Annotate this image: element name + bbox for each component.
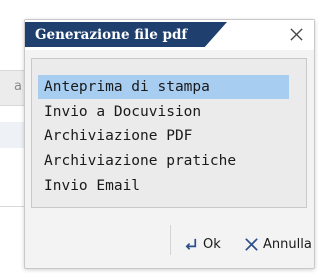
dialog-title-tab: Generazione file pdf [25, 22, 227, 47]
x-icon [245, 237, 258, 251]
enter-arrow-icon [185, 238, 197, 250]
footer-divider [170, 225, 171, 255]
cancel-label: Annulla [263, 236, 312, 252]
dialog-titlebar: Generazione file pdf [25, 20, 314, 50]
background-text: a [14, 79, 22, 94]
option-archiviazione-pdf[interactable]: Archiviazione PDF [38, 124, 289, 148]
dialog-title: Generazione file pdf [35, 26, 188, 43]
options-list: Anteprima di stampa Invio a Docuvision A… [31, 58, 307, 208]
pdf-generation-dialog: Generazione file pdf Anteprima di stampa… [24, 19, 315, 269]
ok-button[interactable]: Ok [183, 232, 221, 256]
option-anteprima-di-stampa[interactable]: Anteprima di stampa [38, 75, 289, 99]
cancel-button[interactable]: Annulla [243, 232, 312, 256]
close-button[interactable] [284, 23, 308, 45]
option-invio-email[interactable]: Invio Email [38, 174, 289, 198]
ok-label: Ok [203, 236, 221, 252]
background-row [0, 122, 26, 148]
background-panel: a [0, 70, 26, 106]
option-archiviazione-pratiche[interactable]: Archiviazione pratiche [38, 149, 289, 173]
background-divider [0, 206, 26, 207]
option-invio-a-docuvision[interactable]: Invio a Docuvision [38, 100, 289, 124]
close-icon [289, 27, 303, 41]
